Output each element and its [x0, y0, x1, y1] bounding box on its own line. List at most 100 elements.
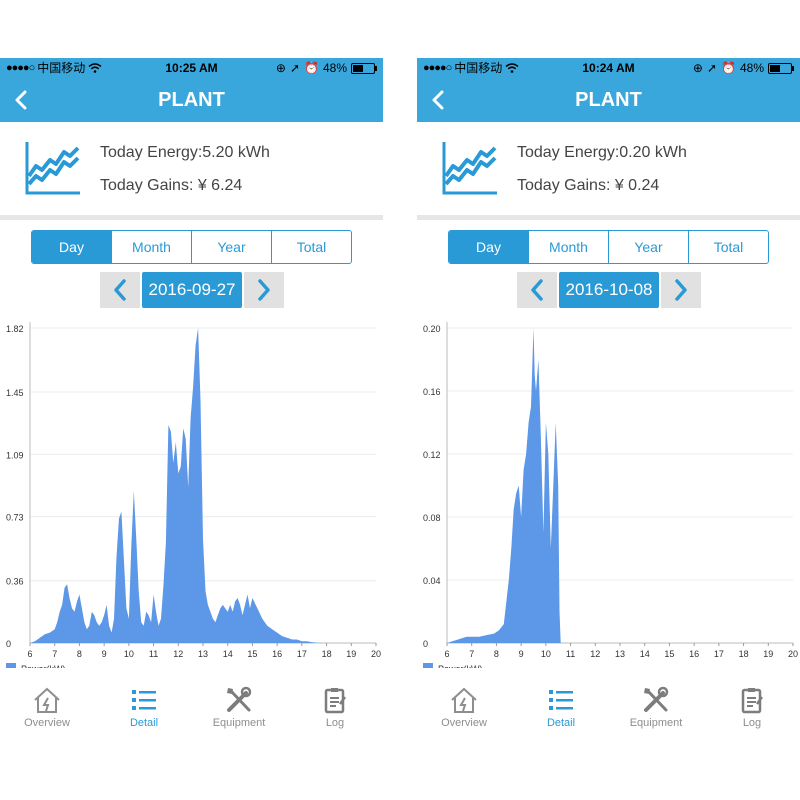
- tab-detail[interactable]: Detail: [526, 686, 596, 729]
- tab-overview[interactable]: Overview: [429, 686, 499, 729]
- x-tick-label: 17: [297, 649, 307, 659]
- segment-month[interactable]: Month: [528, 231, 608, 263]
- section-divider: [417, 215, 800, 220]
- today-energy: Today Energy:0.20 kWh: [517, 144, 687, 161]
- x-tick-label: 8: [494, 649, 499, 659]
- tab-label: Detail: [129, 717, 159, 729]
- battery-percent: 48%: [322, 61, 347, 75]
- period-segmented-control: Day Month Year Total: [448, 230, 769, 264]
- chevron-right-icon: [675, 279, 687, 301]
- trend-chart-icon: [442, 142, 497, 195]
- y-tick-label: 1.82: [6, 324, 24, 334]
- phone-screen-right: ●●●●○ 中国移动 10:24 AM ⊕ ➚ ⏰ 48% PLANT Toda…: [417, 58, 800, 740]
- x-tick-label: 7: [52, 649, 57, 659]
- segment-day[interactable]: Day: [32, 231, 111, 263]
- y-tick-label: 0.73: [6, 513, 24, 523]
- phone-screen-left: ●●●●○ 中国移动 10:25 AM ⊕ ➚ ⏰ 48% PLANT Toda…: [0, 58, 383, 740]
- list-icon: [549, 690, 573, 710]
- y-tick-label: 0.36: [6, 577, 24, 587]
- tab-log[interactable]: Log: [300, 686, 370, 729]
- x-tick-label: 9: [519, 649, 524, 659]
- page-title: PLANT: [158, 89, 225, 111]
- status-bar: ●●●●○ 中国移动 10:25 AM ⊕ ➚ ⏰ 48%: [0, 58, 383, 78]
- x-tick-label: 17: [714, 649, 724, 659]
- period-segmented-control: Day Month Year Total: [31, 230, 352, 264]
- tab-equipment[interactable]: Equipment: [204, 686, 274, 729]
- energy-summary: Today Energy:5.20 kWh Today Gains: ¥ 6.2…: [0, 122, 383, 214]
- segment-year[interactable]: Year: [608, 231, 688, 263]
- x-tick-label: 20: [788, 649, 798, 659]
- x-tick-label: 6: [444, 649, 449, 659]
- segment-total[interactable]: Total: [688, 231, 768, 263]
- power-area-chart: 0 0.04 0.08 0.12 0.16 0.20 6 7 8 9 10 11 12 13 14 15 16 1…: [423, 322, 798, 668]
- tab-log[interactable]: Log: [717, 686, 787, 729]
- chevron-left-icon: [531, 279, 543, 301]
- segment-month[interactable]: Month: [111, 231, 191, 263]
- selected-date[interactable]: 2016-09-27: [142, 272, 242, 308]
- tab-overview[interactable]: Overview: [12, 686, 82, 729]
- tab-detail[interactable]: Detail: [109, 686, 179, 729]
- tab-label: Log: [742, 717, 762, 729]
- tab-label: Overview: [441, 717, 487, 729]
- energy-summary: Today Energy:0.20 kWh Today Gains: ¥ 0.2…: [417, 122, 800, 214]
- x-tick-label: 9: [102, 649, 107, 659]
- clipboard-icon: [741, 688, 764, 714]
- segment-year[interactable]: Year: [191, 231, 271, 263]
- location-icon: ➚: [289, 61, 301, 75]
- chevron-right-icon: [258, 279, 270, 301]
- nav-bar: PLANT: [0, 78, 383, 122]
- y-tick-label: 1.09: [6, 450, 24, 460]
- page-title: PLANT: [575, 89, 642, 111]
- x-tick-label: 13: [615, 649, 625, 659]
- y-tick-label: 0: [6, 639, 11, 649]
- x-tick-label: 14: [640, 649, 650, 659]
- x-tick-label: 7: [469, 649, 474, 659]
- selected-date[interactable]: 2016-10-08: [559, 272, 659, 308]
- x-tick-label: 12: [173, 649, 183, 659]
- x-tick-label: 19: [763, 649, 773, 659]
- battery-icon: [351, 62, 377, 74]
- wrench-screwdriver-icon: [644, 686, 669, 712]
- x-tick-label: 20: [371, 649, 381, 659]
- alarm-icon: ⏰: [721, 61, 736, 75]
- x-tick-label: 16: [272, 649, 282, 659]
- list-icon: [132, 690, 156, 710]
- clipboard-icon: [324, 688, 347, 714]
- legend-swatch: [6, 663, 16, 668]
- tab-label: Detail: [546, 717, 576, 729]
- battery-icon: [768, 62, 794, 74]
- y-tick-label: 0.08: [423, 513, 441, 523]
- nav-bar: PLANT: [417, 78, 800, 122]
- previous-date-button[interactable]: [100, 272, 140, 308]
- segment-total[interactable]: Total: [271, 231, 351, 263]
- next-date-button[interactable]: [244, 272, 284, 308]
- next-date-button[interactable]: [661, 272, 701, 308]
- alarm-icon: ⏰: [304, 61, 319, 75]
- section-divider: [0, 215, 383, 220]
- x-tick-label: 18: [739, 649, 749, 659]
- tab-label: Equipment: [212, 717, 266, 729]
- x-tick-label: 11: [566, 649, 575, 659]
- legend-swatch: [423, 663, 433, 668]
- status-bar: ●●●●○ 中国移动 10:24 AM ⊕ ➚ ⏰ 48%: [417, 58, 800, 78]
- x-tick-label: 11: [149, 649, 158, 659]
- tab-label: Equipment: [629, 717, 683, 729]
- y-tick-label: 1.45: [6, 388, 24, 398]
- x-tick-label: 16: [689, 649, 699, 659]
- location-icon: ➚: [706, 61, 718, 75]
- x-tick-label: 15: [247, 649, 257, 659]
- battery-percent: 48%: [739, 61, 764, 75]
- tab-equipment[interactable]: Equipment: [621, 686, 691, 729]
- legend-label: Power(kW): [21, 664, 66, 668]
- segment-day[interactable]: Day: [449, 231, 528, 263]
- tab-bar: Overview Detail Equipment Log: [417, 686, 800, 740]
- previous-date-button[interactable]: [517, 272, 557, 308]
- y-tick-label: 0.04: [423, 576, 441, 586]
- x-tick-label: 6: [27, 649, 32, 659]
- x-tick-label: 15: [664, 649, 674, 659]
- x-tick-label: 10: [541, 649, 551, 659]
- x-tick-label: 12: [590, 649, 600, 659]
- y-tick-label: 0.20: [423, 324, 441, 334]
- x-tick-label: 10: [124, 649, 134, 659]
- x-tick-label: 18: [322, 649, 332, 659]
